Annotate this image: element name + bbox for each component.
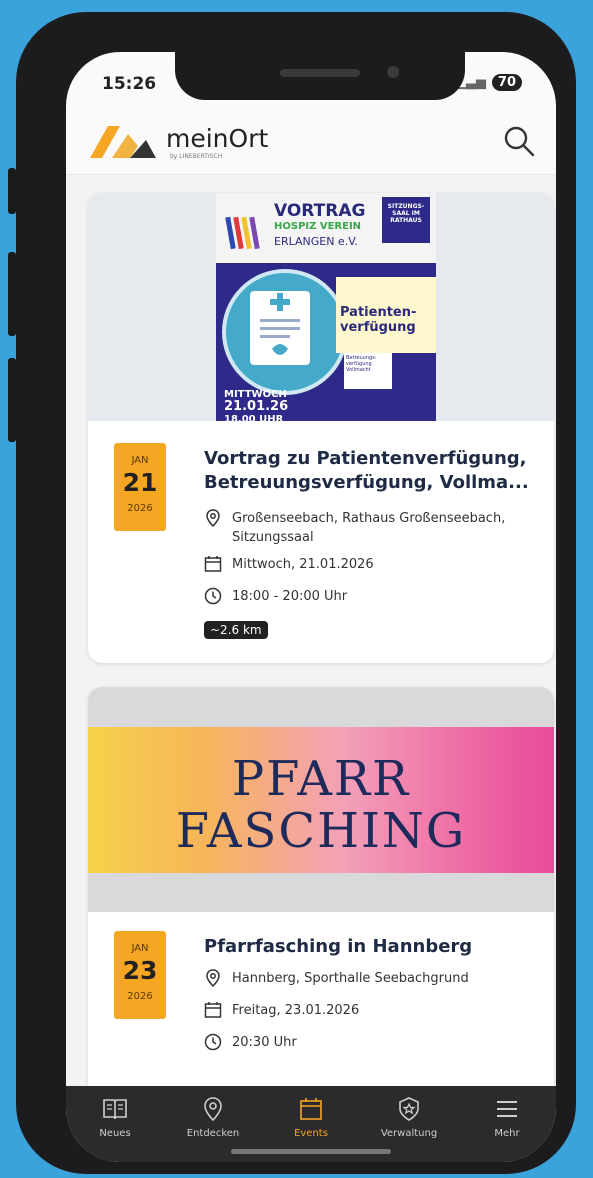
- event-title-line1: Pfarrfasching in Hannberg: [204, 936, 473, 957]
- poster-box: Betreuungs-verfügung Vollmacht: [344, 353, 392, 389]
- date-badge: JAN 23 2026: [114, 931, 166, 1019]
- date-month: JAN: [131, 943, 149, 954]
- event-time: 20:30 Uhr: [204, 1033, 534, 1052]
- distance-badge: ~2.6 km: [204, 621, 268, 639]
- poster-title: VORTRAG: [274, 201, 366, 221]
- event-card[interactable]: VORTRAG HOSPIZ VEREIN ERLANGEN e.V. SITZ…: [88, 193, 554, 663]
- front-camera: [387, 66, 399, 78]
- poster-date-value: 21.01.26: [224, 399, 289, 414]
- status-time: 15:26: [102, 74, 157, 94]
- event-location: Großenseebach, Rathaus Großenseebach, Si…: [204, 509, 534, 547]
- map-pin-icon: [204, 1097, 222, 1122]
- date-day: 21: [122, 468, 158, 497]
- clock-icon: [204, 1033, 222, 1051]
- event-date-text: Freitag, 23.01.2026: [232, 1003, 360, 1018]
- brand-sub: by LINEBERTISCH: [170, 153, 223, 160]
- location-line1: Hannberg, Sporthalle Seebachgrund: [232, 971, 469, 986]
- location-line1: Großenseebach, Rathaus Großenseebach,: [232, 511, 506, 526]
- poster-logo: [225, 216, 260, 250]
- document-icon: [250, 291, 310, 365]
- event-time-text: 20:30 Uhr: [232, 1035, 297, 1050]
- menu-icon: [497, 1101, 517, 1117]
- banner-line2: FASCHING: [175, 803, 467, 859]
- event-title[interactable]: Vortrag zu Patientenverfügung, Betreuung…: [204, 447, 534, 495]
- nav-item-neues[interactable]: Neues: [70, 1096, 160, 1162]
- date-year: 2026: [127, 991, 153, 1002]
- event-poster: VORTRAG HOSPIZ VEREIN ERLANGEN e.V. SITZ…: [216, 193, 436, 425]
- event-feed[interactable]: VORTRAG HOSPIZ VEREIN ERLANGEN e.V. SITZ…: [66, 175, 556, 1086]
- banner-line1: PFARR: [231, 751, 411, 807]
- event-location: Hannberg, Sporthalle Seebachgrund: [204, 969, 534, 988]
- calendar-icon: [300, 1098, 322, 1120]
- app-logo: [90, 126, 156, 158]
- nav-label: Mehr: [494, 1128, 520, 1139]
- calendar-icon: [204, 1002, 222, 1018]
- date-badge: JAN 21 2026: [114, 443, 166, 531]
- app-header: meinOrt by LINEBERTISCH: [66, 114, 556, 175]
- event-title-line2: Betreuungsverfügung, Vollma...: [204, 472, 529, 493]
- map-pin-icon: [206, 509, 220, 527]
- brand-name: meinOrt: [166, 124, 269, 153]
- nav-label: Events: [294, 1128, 328, 1139]
- date-month: JAN: [131, 455, 149, 466]
- nav-label: Entdecken: [186, 1128, 240, 1139]
- status-indicators: ▁▃▅ 70: [456, 74, 522, 91]
- nav-label: Neues: [99, 1128, 131, 1139]
- event-time: 18:00 - 20:00 Uhr: [204, 587, 534, 606]
- event-date: Mittwoch, 21.01.2026: [204, 555, 534, 574]
- phone-frame: 15:26 ▁▃▅ 70 meinOrt by LINEBERTISCH VOR…: [16, 12, 576, 1174]
- app-screen: 15:26 ▁▃▅ 70 meinOrt by LINEBERTISCH VOR…: [66, 52, 556, 1162]
- poster-time: 18.00 UHR: [224, 414, 284, 425]
- event-title-line1: Vortrag zu Patientenverfügung,: [204, 448, 527, 469]
- clock-icon: [204, 587, 222, 605]
- speaker: [280, 69, 360, 77]
- event-image: PFARR FASCHING: [88, 687, 554, 912]
- event-title[interactable]: Pfarrfasching in Hannberg: [204, 935, 534, 959]
- search-icon[interactable]: [502, 124, 536, 158]
- event-image: VORTRAG HOSPIZ VEREIN ERLANGEN e.V. SITZ…: [88, 193, 554, 425]
- notch: [175, 42, 465, 100]
- nav-item-mehr[interactable]: Mehr: [462, 1096, 552, 1162]
- nav-label: Verwaltung: [380, 1128, 438, 1139]
- calendar-icon: [204, 556, 222, 572]
- event-time-text: 18:00 - 20:00 Uhr: [232, 589, 348, 604]
- poster-topic: Patienten-verfügung: [340, 305, 417, 335]
- map-pin-icon: [206, 969, 220, 987]
- poster-date: MITTWOCH 21.01.26 18.00 UHR: [224, 389, 288, 425]
- date-year: 2026: [127, 503, 153, 514]
- book-icon: [103, 1099, 127, 1120]
- side-button-volume-down: [8, 358, 16, 442]
- date-day: 23: [122, 956, 158, 985]
- side-button-volume-up: [8, 252, 16, 336]
- home-indicator[interactable]: [231, 1149, 391, 1154]
- location-line2: Sitzungssaal: [232, 530, 314, 545]
- poster-line1: HOSPIZ VEREIN: [274, 221, 362, 232]
- event-card[interactable]: PFARR FASCHING JAN 23 2026 Pfarrfasching…: [88, 687, 554, 1086]
- battery-icon: 70: [491, 74, 522, 91]
- event-date: Freitag, 23.01.2026: [204, 1001, 534, 1020]
- event-date-text: Mittwoch, 21.01.2026: [232, 557, 374, 572]
- poster-line2: ERLANGEN e.V.: [274, 235, 358, 248]
- shield-star-icon: [399, 1097, 419, 1121]
- side-button-mute: [8, 168, 16, 214]
- bottom-navigation: Neues Entdecken Events Verwaltung Mehr: [66, 1086, 556, 1162]
- poster-place: SITZUNGS-SAAL IM RATHAUS: [382, 197, 430, 243]
